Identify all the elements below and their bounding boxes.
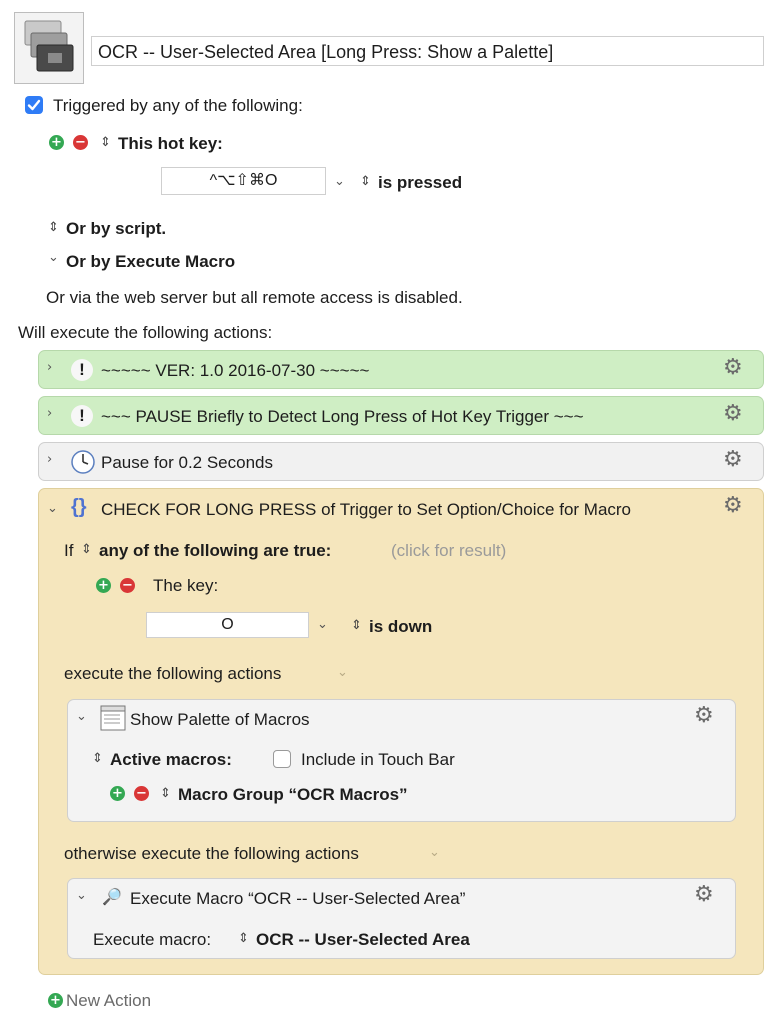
- chevron-right-icon[interactable]: ›: [47, 406, 52, 421]
- action-title: Pause for 0.2 Seconds: [101, 453, 274, 472]
- action-title: ~~~~~ VER: 1.0 2016-07-30 ~~~~~: [101, 361, 370, 380]
- key-state-select[interactable]: is down: [369, 617, 432, 637]
- action-title: ~~~ PAUSE Briefly to Detect Long Press o…: [101, 407, 584, 426]
- macro-title-field[interactable]: OCR -- User-Selected Area [Long Press: S…: [91, 36, 764, 66]
- action-show-palette[interactable]: ⌄ Show Palette of Macros ⚙ ⇕ Active macr…: [67, 699, 736, 822]
- add-condition-icon[interactable]: +: [96, 578, 111, 593]
- chevron-right-icon[interactable]: ›: [47, 452, 52, 467]
- add-group-icon[interactable]: +: [110, 786, 125, 801]
- chevron-down-icon[interactable]: ⌄: [47, 501, 58, 516]
- condition-key-label: The key:: [153, 576, 219, 595]
- actions-header: Will execute the following actions:: [18, 323, 273, 342]
- execute-macro-trigger-label[interactable]: Or by Execute Macro: [66, 252, 235, 272]
- click-for-result[interactable]: (click for result): [391, 541, 506, 561]
- action-execute-macro[interactable]: ⌄ 🔎 Execute Macro “OCR -- User-Selected …: [67, 878, 736, 959]
- hotkey-dropdown-chevron-icon[interactable]: ⌄: [334, 174, 345, 189]
- then-label: execute the following actions: [64, 664, 282, 683]
- hotkey-field[interactable]: ^⌥⇧⌘O: [161, 167, 326, 195]
- hotkey-state-select[interactable]: is pressed: [378, 173, 462, 193]
- add-action-icon[interactable]: +: [48, 993, 63, 1008]
- gear-clock-icon[interactable]: ⚙: [723, 493, 743, 518]
- touch-bar-label: Include in Touch Bar: [301, 750, 455, 769]
- chevron-down-icon[interactable]: ⌄: [337, 665, 348, 680]
- chevron-down-icon[interactable]: ⌄: [76, 709, 87, 724]
- chevron-right-icon[interactable]: ›: [47, 360, 52, 375]
- hotkey-label: This hot key:: [118, 134, 223, 153]
- up-down-chevron-icon[interactable]: ⇕: [360, 174, 371, 189]
- clock-icon: [71, 450, 95, 474]
- script-trigger-label[interactable]: Or by script.: [66, 219, 166, 239]
- comment-icon: !: [71, 359, 93, 381]
- braces-icon: {}: [71, 496, 87, 518]
- up-down-chevron-icon[interactable]: ⇕: [160, 786, 171, 801]
- else-label: otherwise execute the following actions: [64, 844, 359, 863]
- magnifier-icon: 🔎: [102, 889, 122, 906]
- execute-macro-select[interactable]: OCR -- User-Selected Area: [256, 930, 470, 950]
- action-if-then-else[interactable]: ⌄ {} CHECK FOR LONG PRESS of Trigger to …: [38, 488, 764, 975]
- gear-icon[interactable]: ⚙: [723, 355, 743, 380]
- key-dropdown-chevron-icon[interactable]: ⌄: [317, 617, 328, 632]
- triggered-checkbox[interactable]: [25, 96, 43, 114]
- execute-macro-label: Execute macro:: [93, 930, 212, 949]
- gear-clock-icon[interactable]: ⚙: [694, 703, 714, 728]
- checkmark-icon: [27, 99, 41, 111]
- up-down-chevron-icon[interactable]: ⇕: [238, 931, 249, 946]
- action-pause[interactable]: › Pause for 0.2 Seconds ⚙: [38, 442, 764, 481]
- chevron-down-icon[interactable]: ⌄: [48, 250, 59, 265]
- macro-group-select[interactable]: Macro Group “OCR Macros”: [178, 785, 408, 805]
- web-server-note: Or via the web server but all remote acc…: [46, 288, 463, 307]
- add-trigger-icon[interactable]: +: [49, 135, 64, 150]
- new-action-button[interactable]: New Action: [66, 991, 151, 1011]
- gear-icon[interactable]: ⚙: [723, 401, 743, 426]
- stacked-screens-icon: [24, 20, 74, 72]
- remove-group-icon[interactable]: −: [134, 786, 149, 801]
- up-down-chevron-icon[interactable]: ⇕: [81, 542, 92, 557]
- chevron-down-icon[interactable]: ⌄: [76, 888, 87, 903]
- gear-icon[interactable]: ⚙: [723, 447, 743, 472]
- condition-key-field[interactable]: O: [146, 612, 309, 638]
- touch-bar-checkbox[interactable]: [273, 750, 291, 768]
- remove-trigger-icon[interactable]: −: [73, 135, 88, 150]
- chevron-down-icon[interactable]: ⌄: [429, 845, 440, 860]
- up-down-chevron-icon[interactable]: ⇕: [48, 220, 59, 235]
- active-macros-label[interactable]: Active macros:: [110, 750, 232, 770]
- condition-mode-select[interactable]: any of the following are true:: [99, 541, 331, 561]
- gear-clock-icon[interactable]: ⚙: [694, 882, 714, 907]
- action-title: Show Palette of Macros: [130, 710, 310, 729]
- action-comment-pause[interactable]: › ! ~~~ PAUSE Briefly to Detect Long Pre…: [38, 396, 764, 435]
- if-label: If: [64, 541, 74, 560]
- triggers-header: Triggered by any of the following:: [53, 96, 303, 115]
- action-title: Execute Macro “OCR -- User-Selected Area…: [130, 889, 466, 908]
- remove-condition-icon[interactable]: −: [120, 578, 135, 593]
- up-down-chevron-icon[interactable]: ⇕: [100, 135, 111, 150]
- action-comment-version[interactable]: › ! ~~~~~ VER: 1.0 2016-07-30 ~~~~~ ⚙: [38, 350, 764, 389]
- comment-icon: !: [71, 405, 93, 427]
- macro-icon-well[interactable]: [14, 12, 84, 84]
- action-title: CHECK FOR LONG PRESS of Trigger to Set O…: [101, 500, 632, 519]
- palette-window-icon: [100, 705, 126, 731]
- up-down-chevron-icon[interactable]: ⇕: [351, 618, 362, 633]
- up-down-chevron-icon[interactable]: ⇕: [92, 751, 103, 766]
